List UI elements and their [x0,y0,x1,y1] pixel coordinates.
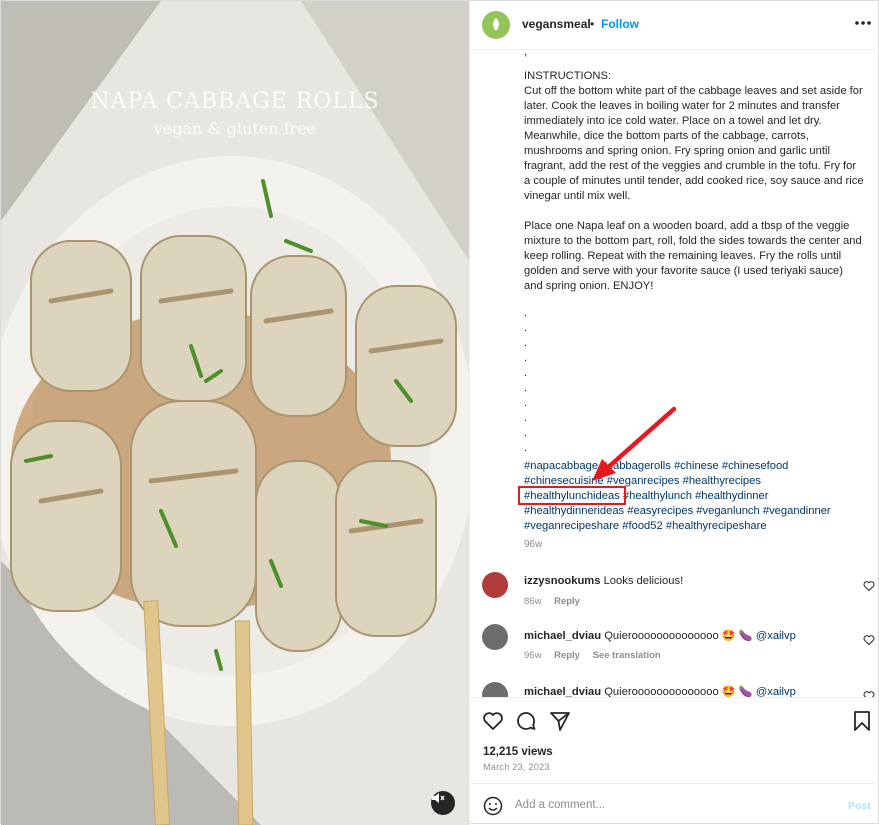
comments-scroll-area[interactable]: , INSTRUCTIONS: Cut off the bottom white… [470,50,879,697]
post-date: March 23, 2023 [483,762,550,772]
avatar[interactable] [482,11,510,39]
post-media[interactable]: NAPA CABBAGE ROLLS vegan & gluten free [1,1,469,825]
follow-button[interactable]: Follow [601,17,639,31]
comment-username[interactable]: michael_dviau [524,630,601,642]
comment-body: michael_dviau Quieroooooooooooooo 🤩 🍆 @x… [524,685,796,697]
comment-composer: Post [470,783,879,825]
leaf-logo-icon [493,18,499,31]
hashtag[interactable]: #healthylunch [623,490,692,502]
overlay-subtitle: vegan & gluten free [153,119,317,138]
hashtag[interactable]: #food52 [622,520,662,532]
comment-username[interactable]: michael_dviau [524,686,601,697]
separator: • [590,17,595,31]
comment-meta: 86w Reply [524,596,590,607]
avatar[interactable] [482,572,508,598]
comment-time: 86w [524,596,542,607]
comment-username[interactable]: izzysnookums [524,575,600,587]
hashtag[interactable]: #healthyrecipeshare [666,520,767,532]
caption-cut-line: , [524,50,528,58]
red-arrow-icon [592,406,677,481]
overlay-title: NAPA CABBAGE ROLLS [90,89,380,114]
view-count: 12,215 views [483,746,553,758]
avatar[interactable] [482,624,508,650]
reply-button[interactable]: Reply [554,596,580,607]
like-heart-icon[interactable] [482,710,504,732]
highlight-box [518,486,626,505]
hashtag[interactable]: #veganrecipeshare [524,520,619,532]
hashtag[interactable]: #healthydinner [695,490,768,502]
save-bookmark-icon[interactable] [851,710,873,732]
comment-meta: 96w Reply See translation [524,650,671,661]
share-send-icon[interactable] [549,710,571,732]
post-modal: NAPA CABBAGE ROLLS vegan & gluten free v… [0,0,879,825]
comment-text: Quieroooooooooooooo 🤩 🍆 [604,630,753,642]
speaker-muted-icon [432,793,445,803]
post-header: vegansmeal • Follow [470,1,879,50]
hashtag[interactable]: #vegandinner [763,505,831,517]
more-options-icon[interactable] [853,13,873,33]
mention-link[interactable]: @xailvp [756,630,796,642]
emoji-icon[interactable] [483,796,503,816]
comment-bubble-icon[interactable] [515,710,537,732]
avatar[interactable] [482,682,508,697]
mention-link[interactable]: @xailvp [756,686,796,697]
comment-body: izzysnookums Looks delicious! [524,575,683,587]
post-actions: 12,215 views March 23, 2023 [470,697,879,783]
caption-dots: . . . . . . . . . . [524,307,528,454]
comment-input[interactable] [515,794,835,816]
caption-timestamp: 96w [524,539,543,550]
post-button[interactable]: Post [848,800,871,812]
comment-time: 96w [524,650,542,661]
post-panel: vegansmeal • Follow , INSTRUCTIONS: Cut … [469,1,879,825]
hashtag[interactable]: #easyrecipes [627,505,693,517]
hashtag[interactable]: #chinesefood [722,460,789,472]
mute-button[interactable] [431,791,455,815]
like-comment-heart-icon[interactable] [863,580,875,592]
reply-button[interactable]: Reply [554,650,580,661]
hashtag[interactable]: #veganlunch [696,505,759,517]
hashtag[interactable]: #healthyrecipes [683,475,761,487]
caption-instructions: INSTRUCTIONS: Cut off the bottom white p… [524,70,864,292]
comment-text: Looks delicious! [603,575,684,587]
comment-body: michael_dviau Quieroooooooooooooo 🤩 🍆 @x… [524,629,796,642]
username[interactable]: vegansmeal [522,17,591,31]
hashtag[interactable]: #healthydinnerideas [524,505,624,517]
like-comment-heart-icon[interactable] [863,690,875,697]
comment-text: Quieroooooooooooooo 🤩 🍆 [604,686,753,697]
like-comment-heart-icon[interactable] [863,634,875,646]
see-translation-button[interactable]: See translation [593,650,661,661]
